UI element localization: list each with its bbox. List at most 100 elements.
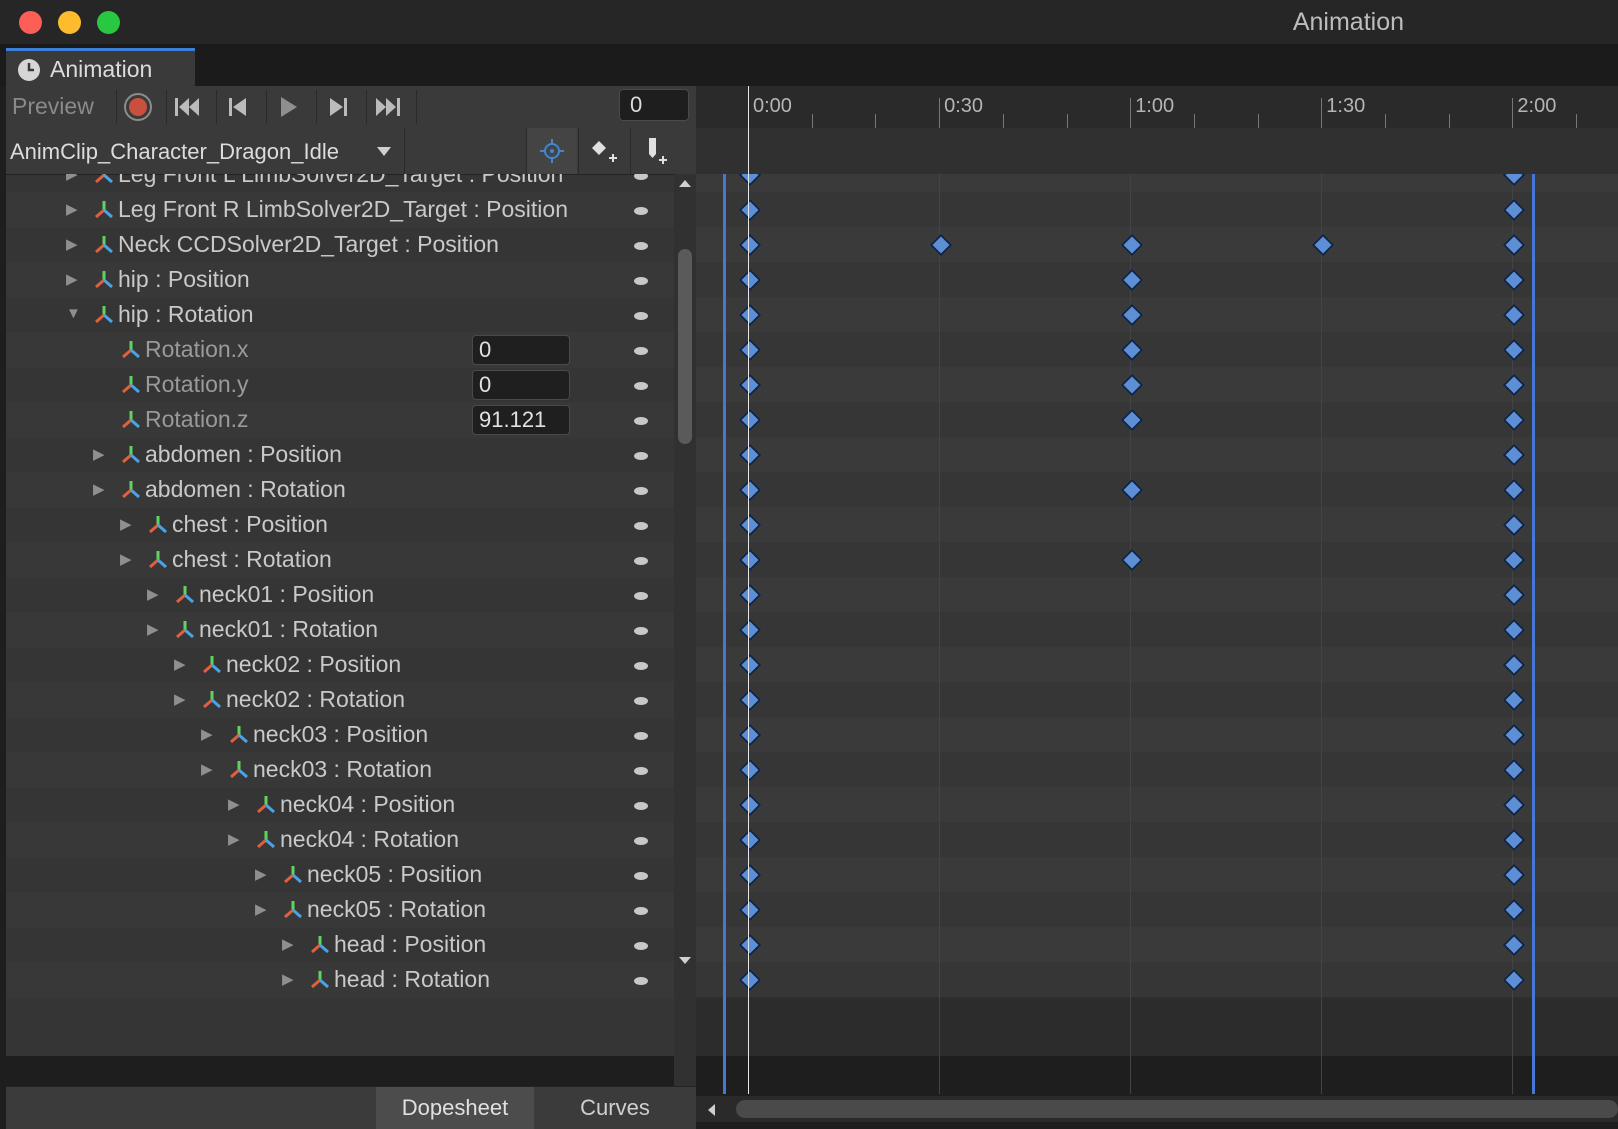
property-row[interactable]: ▶ chest : Rotation	[6, 542, 674, 578]
add-event-button[interactable]	[630, 128, 683, 174]
property-row[interactable]: ▶ neck05 : Rotation	[6, 892, 674, 928]
keyframe-track[interactable]	[696, 437, 1618, 473]
expand-arrow-right-icon[interactable]: ▶	[66, 235, 78, 253]
first-keyframe-button[interactable]	[166, 90, 208, 124]
next-keyframe-button[interactable]	[316, 90, 358, 124]
keyframe-track[interactable]	[696, 367, 1618, 403]
expand-arrow-right-icon[interactable]: ▶	[66, 270, 78, 288]
expand-arrow-down-icon[interactable]: ▼	[66, 305, 81, 322]
timeline-scrollbar[interactable]	[696, 1096, 1618, 1122]
property-row[interactable]: ▶ neck03 : Rotation	[6, 752, 674, 788]
event-row[interactable]	[696, 128, 1618, 175]
tab-animation[interactable]: Animation	[6, 48, 195, 86]
expand-arrow-right-icon[interactable]: ▶	[201, 760, 213, 778]
keyframe-track[interactable]	[696, 752, 1618, 788]
property-options-button[interactable]	[634, 907, 648, 915]
minimize-window-button[interactable]	[58, 11, 81, 34]
expand-arrow-right-icon[interactable]: ▶	[120, 550, 132, 568]
keyframe-track[interactable]	[696, 892, 1618, 928]
property-row[interactable]: ▶ head : Position	[6, 927, 674, 963]
scrollbar-thumb[interactable]	[678, 249, 692, 444]
property-row[interactable]: ▶ Neck CCDSolver2D_Target : Position	[6, 227, 674, 263]
property-options-button[interactable]	[634, 207, 648, 215]
property-options-button[interactable]	[634, 242, 648, 250]
property-options-button[interactable]	[634, 662, 648, 670]
keyframe-track[interactable]	[696, 332, 1618, 368]
expand-arrow-right-icon[interactable]: ▶	[120, 515, 132, 533]
frame-input[interactable]	[619, 89, 689, 121]
expand-arrow-right-icon[interactable]: ▶	[174, 655, 186, 673]
property-row[interactable]: ▶ neck02 : Position	[6, 647, 674, 683]
property-row[interactable]: ▶ abdomen : Position	[6, 437, 674, 473]
expand-arrow-right-icon[interactable]: ▶	[66, 174, 78, 183]
property-value-field[interactable]	[472, 335, 570, 365]
property-options-button[interactable]	[634, 837, 648, 845]
keyframe-tracks[interactable]	[696, 174, 1618, 1094]
expand-arrow-right-icon[interactable]: ▶	[93, 445, 105, 463]
expand-arrow-right-icon[interactable]: ▶	[174, 690, 186, 708]
timeline-scrollbar-thumb[interactable]	[736, 1100, 1618, 1118]
property-options-button[interactable]	[634, 942, 648, 950]
property-options-button[interactable]	[634, 557, 648, 565]
time-ruler[interactable]: 0:00 0:30 1:00 1:30 2:00	[696, 86, 1618, 129]
maximize-window-button[interactable]	[97, 11, 120, 34]
property-row[interactable]: Rotation.z	[6, 402, 674, 438]
dopesheet-tab[interactable]: Dopesheet	[376, 1087, 534, 1129]
keyframe-track[interactable]	[696, 647, 1618, 683]
property-options-button[interactable]	[634, 697, 648, 705]
keyframe-track[interactable]	[696, 507, 1618, 543]
property-options-button[interactable]	[634, 872, 648, 880]
property-row[interactable]: ▶ chest : Position	[6, 507, 674, 543]
keyframe-track[interactable]	[696, 227, 1618, 263]
keyframe-track[interactable]	[696, 262, 1618, 298]
property-options-button[interactable]	[634, 347, 648, 355]
property-row[interactable]: ▶ neck03 : Position	[6, 717, 674, 753]
property-options-button[interactable]	[634, 277, 648, 285]
scroll-left-arrow-icon[interactable]	[706, 1103, 716, 1117]
property-options-button[interactable]	[634, 174, 648, 180]
keyframe-track[interactable]	[696, 577, 1618, 613]
preview-button[interactable]: Preview	[12, 93, 94, 120]
property-value-field[interactable]	[472, 405, 570, 435]
property-list-scrollbar[interactable]	[674, 174, 696, 1094]
target-button[interactable]	[526, 128, 577, 174]
property-row[interactable]: ▶ Leg Front L LimbSolver2D_Target : Posit…	[6, 174, 674, 193]
property-row[interactable]: ▶ Leg Front R LimbSolver2D_Target : Posit…	[6, 192, 674, 228]
property-options-button[interactable]	[634, 382, 648, 390]
property-options-button[interactable]	[634, 487, 648, 495]
keyframe-track[interactable]	[696, 822, 1618, 858]
property-options-button[interactable]	[634, 627, 648, 635]
keyframe-track[interactable]	[696, 962, 1618, 998]
keyframe-track[interactable]	[696, 192, 1618, 228]
property-options-button[interactable]	[634, 767, 648, 775]
property-row[interactable]: Rotation.x	[6, 332, 674, 368]
property-options-button[interactable]	[634, 802, 648, 810]
expand-arrow-right-icon[interactable]: ▶	[282, 970, 294, 988]
property-row[interactable]: ▼ hip : Rotation	[6, 297, 674, 333]
curves-tab[interactable]: Curves	[534, 1087, 696, 1129]
dopesheet-timeline[interactable]: 0:00 0:30 1:00 1:30 2:00	[696, 86, 1618, 1122]
property-options-button[interactable]	[634, 732, 648, 740]
property-row[interactable]: ▶ neck04 : Rotation	[6, 822, 674, 858]
previous-keyframe-button[interactable]	[216, 90, 258, 124]
expand-arrow-right-icon[interactable]: ▶	[147, 585, 159, 603]
expand-arrow-right-icon[interactable]: ▶	[255, 900, 267, 918]
keyframe-track[interactable]	[696, 612, 1618, 648]
scroll-up-arrow-icon[interactable]	[678, 178, 692, 188]
expand-arrow-right-icon[interactable]: ▶	[228, 830, 240, 848]
keyframe-track[interactable]	[696, 787, 1618, 823]
expand-arrow-right-icon[interactable]: ▶	[255, 865, 267, 883]
property-value-field[interactable]	[472, 370, 570, 400]
keyframe-track[interactable]	[696, 857, 1618, 893]
keyframe-track[interactable]	[696, 472, 1618, 508]
close-window-button[interactable]	[19, 11, 42, 34]
property-options-button[interactable]	[634, 452, 648, 460]
expand-arrow-right-icon[interactable]: ▶	[93, 480, 105, 498]
property-row[interactable]: ▶ neck01 : Rotation	[6, 612, 674, 648]
playhead[interactable]	[748, 86, 749, 1094]
add-keyframe-button[interactable]	[578, 128, 631, 174]
property-options-button[interactable]	[634, 977, 648, 985]
expand-arrow-right-icon[interactable]: ▶	[228, 795, 240, 813]
property-options-button[interactable]	[634, 522, 648, 530]
property-row[interactable]: ▶ head : Rotation	[6, 962, 674, 998]
